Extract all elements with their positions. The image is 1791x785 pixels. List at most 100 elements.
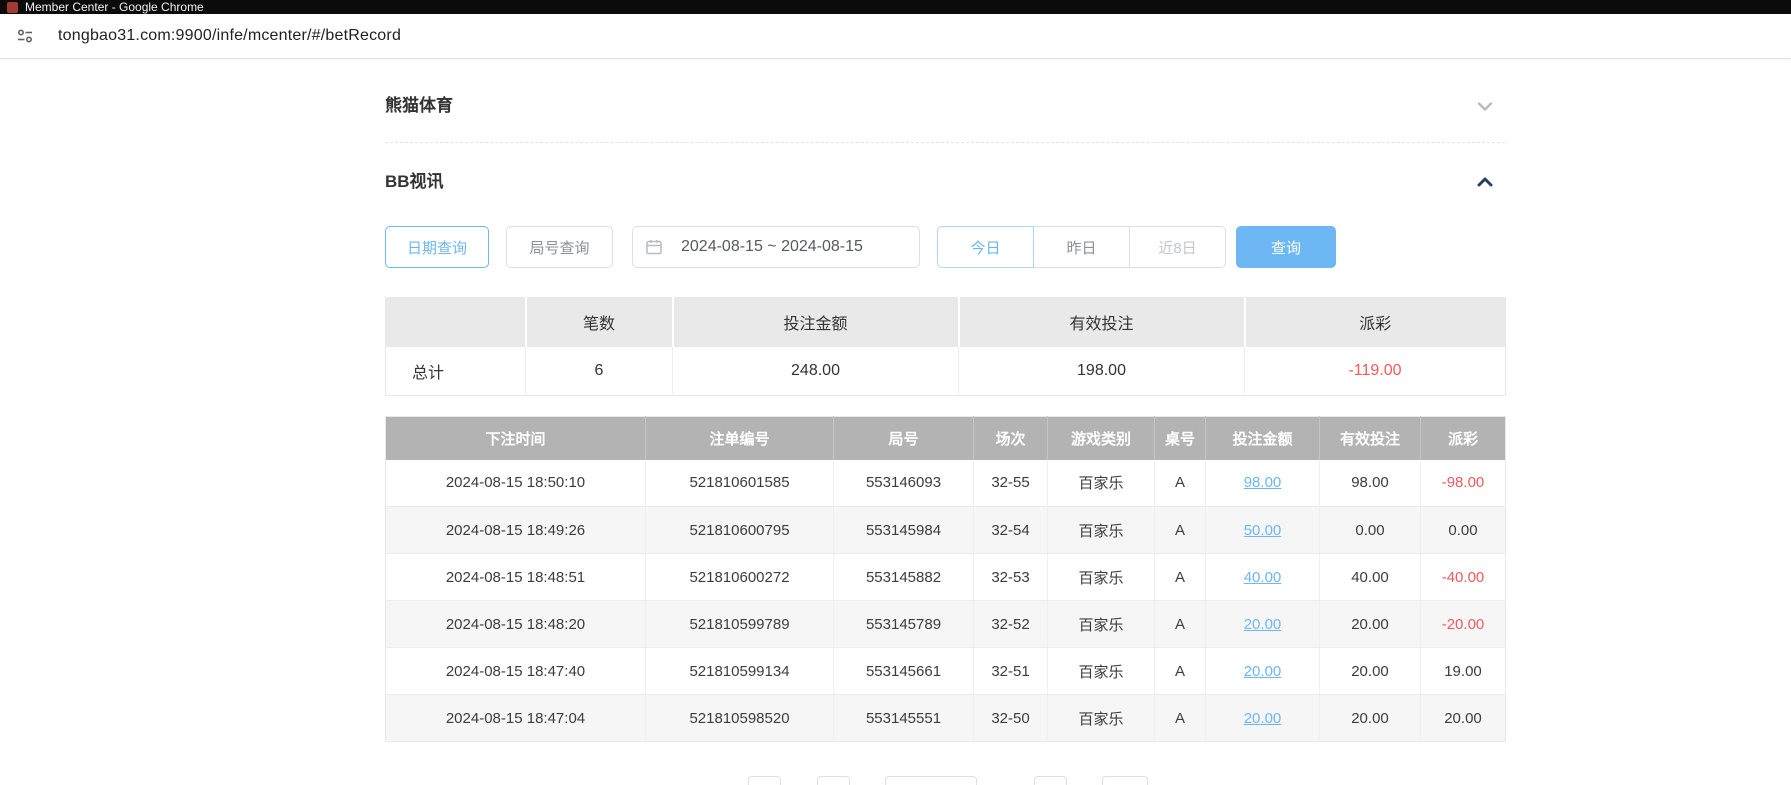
last-8-days-button[interactable]: 近8日 (1129, 226, 1226, 268)
bet-time-cell: 2024-08-15 18:49:26 (386, 507, 646, 554)
summary-payout: -119.00 (1245, 347, 1506, 396)
table-row: 2024-08-15 18:47:40 521810599134 5531456… (386, 648, 1506, 695)
pagination-prev-button[interactable] (748, 776, 781, 785)
bet-time-cell: 2024-08-15 18:50:10 (386, 460, 646, 507)
col-header-round-no: 局号 (834, 417, 974, 460)
summary-table: 笔数 投注金额 有效投注 派彩 总计 6 248.00 198.00 -119.… (385, 297, 1506, 396)
summary-bet-amount: 248.00 (673, 347, 959, 396)
round-no-cell: 553145882 (834, 554, 974, 601)
valid-bet-cell: 20.00 (1320, 695, 1421, 742)
pagination-page-button[interactable] (817, 776, 850, 785)
today-button[interactable]: 今日 (937, 226, 1034, 268)
section-title: 熊猫体育 (385, 94, 453, 118)
bet-amount-link[interactable]: 50.00 (1244, 522, 1282, 539)
summary-total-row: 总计 6 248.00 198.00 -119.00 (386, 347, 1506, 396)
col-header-table-no: 桌号 (1155, 417, 1206, 460)
section-header-bb-video[interactable]: BB视讯 (385, 143, 1505, 194)
game-type-cell: 百家乐 (1048, 507, 1155, 554)
session-cell: 32-51 (974, 648, 1048, 695)
table-row: 2024-08-15 18:49:26 521810600795 5531459… (386, 507, 1506, 554)
tune-icon[interactable] (15, 26, 35, 46)
col-header-order-no: 注单编号 (646, 417, 834, 460)
summary-col-header: 笔数 (526, 298, 673, 347)
valid-bet-cell: 0.00 (1320, 507, 1421, 554)
bet-table-header-row: 下注时间 注单编号 局号 场次 游戏类别 桌号 投注金额 有效投注 派彩 (386, 417, 1506, 460)
payout-cell: 19.00 (1421, 648, 1506, 695)
order-no-cell: 521810600272 (646, 554, 834, 601)
bet-amount-link[interactable]: 40.00 (1244, 569, 1282, 586)
app-icon (7, 2, 18, 13)
order-no-cell: 521810599134 (646, 648, 834, 695)
col-header-bet-amount: 投注金额 (1206, 417, 1320, 460)
calendar-icon (645, 238, 663, 256)
order-no-cell: 521810598520 (646, 695, 834, 742)
pagination (385, 776, 1505, 785)
summary-col-header: 投注金额 (673, 298, 959, 347)
pagination-size-select[interactable] (885, 776, 977, 785)
url-text[interactable]: tongbao31.com:9900/infe/mcenter/#/betRec… (58, 27, 401, 45)
col-header-valid-bet: 有效投注 (1320, 417, 1421, 460)
table-no-cell: A (1155, 460, 1206, 507)
table-no-cell: A (1155, 648, 1206, 695)
bet-time-cell: 2024-08-15 18:48:51 (386, 554, 646, 601)
table-no-cell: A (1155, 695, 1206, 742)
session-cell: 32-55 (974, 460, 1048, 507)
bet-record-page: 熊猫体育 BB视讯 日期查询 局号查询 (385, 59, 1505, 785)
game-type-cell: 百家乐 (1048, 554, 1155, 601)
table-no-cell: A (1155, 554, 1206, 601)
table-row: 2024-08-15 18:47:04 521810598520 5531455… (386, 695, 1506, 742)
table-row: 2024-08-15 18:48:51 521810600272 5531458… (386, 554, 1506, 601)
order-no-cell: 521810600795 (646, 507, 834, 554)
session-cell: 32-52 (974, 601, 1048, 648)
payout-cell: -98.00 (1421, 460, 1506, 507)
search-button[interactable]: 查询 (1236, 226, 1336, 268)
order-no-cell: 521810599789 (646, 601, 834, 648)
chevron-up-icon[interactable] (1473, 170, 1497, 194)
summary-col-header: 有效投注 (959, 298, 1245, 347)
filter-toolbar: 日期查询 局号查询 2024-08-15 ~ 2024-08-15 今日 昨日 … (385, 226, 1505, 268)
valid-bet-cell: 20.00 (1320, 648, 1421, 695)
order-no-cell: 521810601585 (646, 460, 834, 507)
pagination-next-button[interactable] (1034, 776, 1067, 785)
game-type-cell: 百家乐 (1048, 695, 1155, 742)
game-type-cell: 百家乐 (1048, 601, 1155, 648)
bet-time-cell: 2024-08-15 18:47:40 (386, 648, 646, 695)
bet-amount-link[interactable]: 98.00 (1244, 474, 1282, 491)
valid-bet-cell: 40.00 (1320, 554, 1421, 601)
date-range-input[interactable]: 2024-08-15 ~ 2024-08-15 (632, 226, 920, 268)
table-row: 2024-08-15 18:48:20 521810599789 5531457… (386, 601, 1506, 648)
valid-bet-cell: 20.00 (1320, 601, 1421, 648)
table-row: 2024-08-15 18:50:10 521810601585 5531460… (386, 460, 1506, 507)
summary-col-header (386, 298, 526, 347)
round-no-cell: 553145789 (834, 601, 974, 648)
browser-urlbar[interactable]: tongbao31.com:9900/infe/mcenter/#/betRec… (0, 14, 1791, 59)
section-title: BB视讯 (385, 170, 444, 194)
valid-bet-cell: 98.00 (1320, 460, 1421, 507)
summary-total-label: 总计 (386, 347, 526, 396)
col-header-bet-time: 下注时间 (386, 417, 646, 460)
bet-time-cell: 2024-08-15 18:48:20 (386, 601, 646, 648)
bet-time-cell: 2024-08-15 18:47:04 (386, 695, 646, 742)
bet-amount-link[interactable]: 20.00 (1244, 616, 1282, 633)
chevron-down-icon[interactable] (1473, 94, 1497, 118)
session-cell: 32-54 (974, 507, 1048, 554)
col-header-game-type: 游戏类别 (1048, 417, 1155, 460)
round-query-button[interactable]: 局号查询 (506, 226, 613, 268)
table-no-cell: A (1155, 507, 1206, 554)
payout-cell: 0.00 (1421, 507, 1506, 554)
session-cell: 32-53 (974, 554, 1048, 601)
date-query-button[interactable]: 日期查询 (385, 226, 489, 268)
summary-col-header: 派彩 (1245, 298, 1506, 347)
yesterday-button[interactable]: 昨日 (1033, 226, 1130, 268)
window-title: Member Center - Google Chrome (25, 1, 204, 14)
summary-header-row: 笔数 投注金额 有效投注 派彩 (386, 298, 1506, 347)
bet-amount-link[interactable]: 20.00 (1244, 710, 1282, 727)
table-no-cell: A (1155, 601, 1206, 648)
session-cell: 32-50 (974, 695, 1048, 742)
bet-amount-link[interactable]: 20.00 (1244, 663, 1282, 680)
col-header-payout: 派彩 (1421, 417, 1506, 460)
section-header-panda-sports[interactable]: 熊猫体育 (385, 59, 1505, 143)
pagination-jump-input[interactable] (1102, 776, 1148, 785)
round-no-cell: 553145551 (834, 695, 974, 742)
col-header-session: 场次 (974, 417, 1048, 460)
